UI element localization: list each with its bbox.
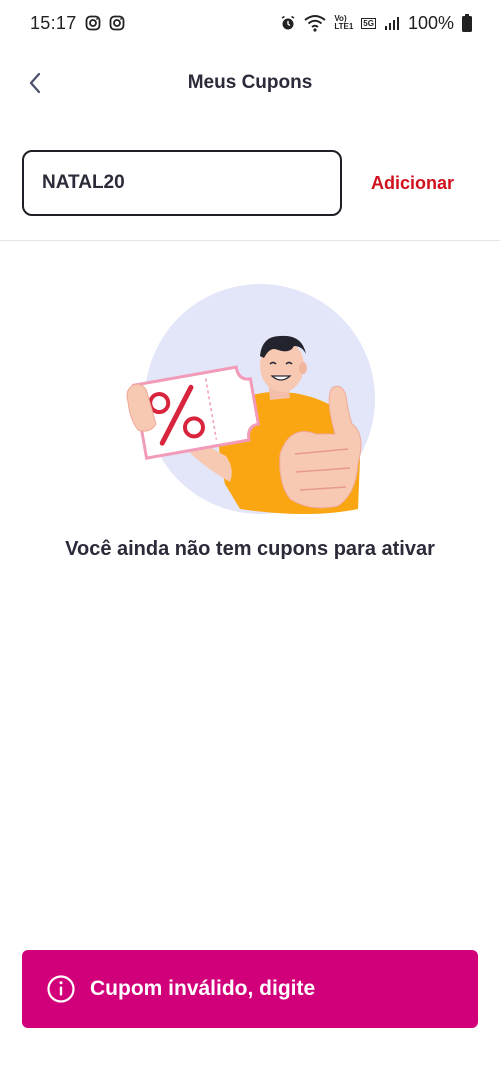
instagram-icon — [85, 15, 100, 31]
header-divider — [0, 240, 500, 241]
error-toast: Cupom inválido, digite — [22, 950, 478, 1028]
coupon-entry-row: Adicionar — [22, 150, 478, 216]
lte-text: LTE1 — [334, 22, 354, 31]
back-button[interactable] — [18, 66, 52, 100]
volte-label: Vo) LTE1 — [334, 15, 353, 31]
coupons-screen: 15:17 Vo) LTE1 5G 100% Meus Cupons NATAL… — [0, 0, 500, 1083]
battery-percent: 100% — [407, 12, 454, 33]
toast-message: Cupom inválido, digite — [90, 977, 316, 1000]
status-left: 15:17 — [30, 13, 125, 34]
app-header: Meus Cupons — [0, 56, 500, 110]
status-bar: 15:17 Vo) LTE1 5G 100% — [0, 0, 500, 46]
coupon-code-input[interactable] — [22, 150, 342, 216]
info-icon — [47, 975, 75, 1003]
status-time: 15:17 — [30, 12, 77, 33]
page-title: Meus Cupons — [187, 72, 313, 93]
instagram-icon — [109, 15, 124, 31]
battery-icon — [462, 14, 472, 32]
chevron-left-icon — [29, 72, 41, 94]
status-right: Vo) LTE1 5G 100% — [280, 13, 472, 34]
empty-state-message: Você ainda não tem cupons para ativar — [65, 538, 435, 560]
add-coupon-button[interactable]: Adicionar — [371, 173, 454, 194]
5g-label: 5G — [361, 17, 376, 29]
coupon-thumbs-up-illustration — [126, 284, 375, 514]
alarm-icon — [281, 15, 295, 30]
signal-icon — [384, 17, 399, 30]
wifi-icon — [304, 15, 326, 32]
